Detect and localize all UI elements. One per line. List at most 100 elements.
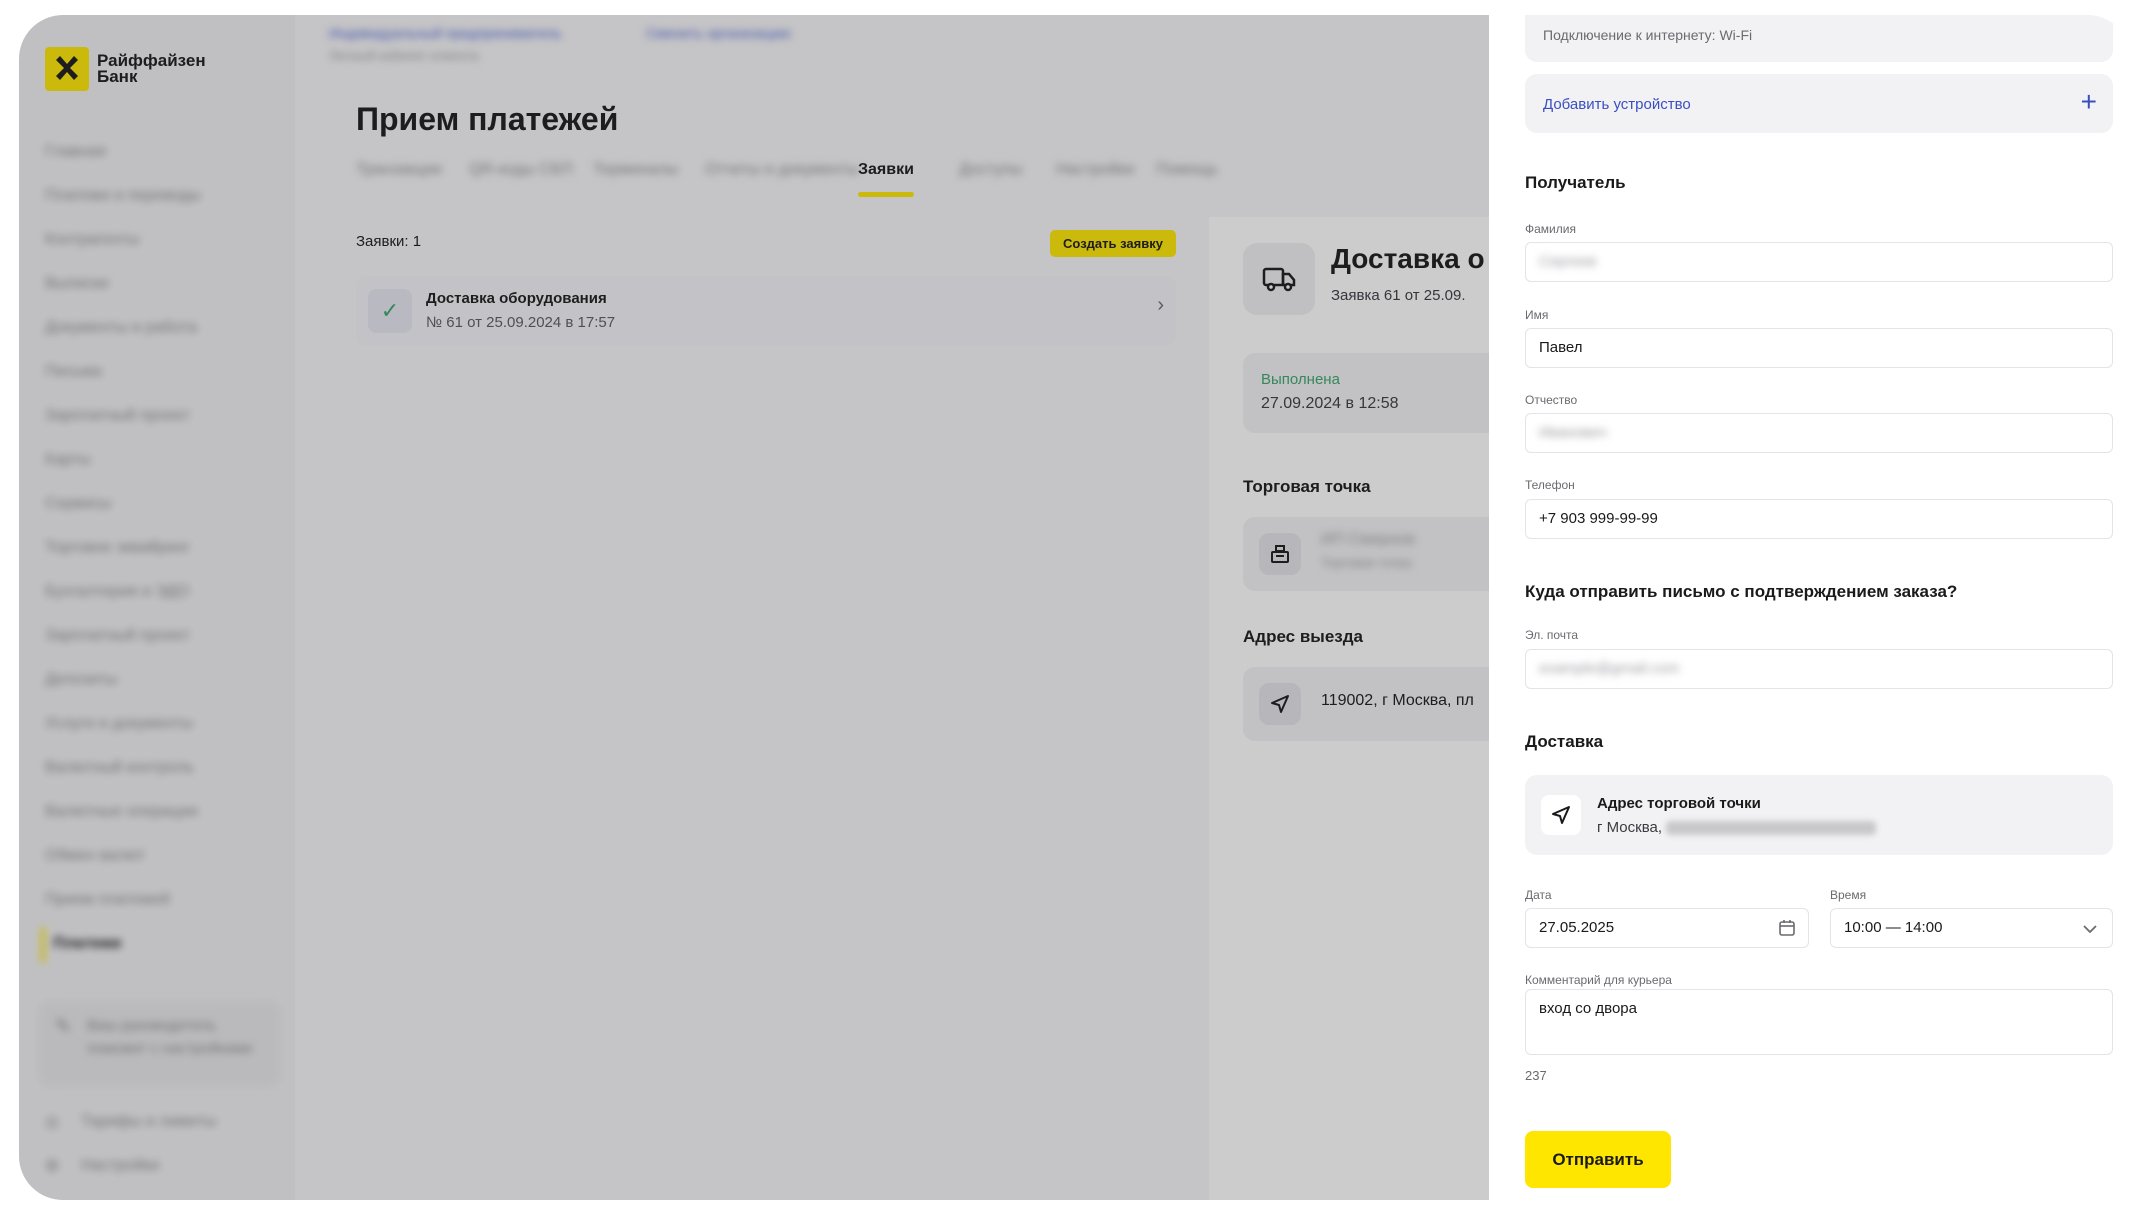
email-value: example@gmail.com xyxy=(1539,660,1680,677)
tab[interactable]: Отчеты и документы xyxy=(705,161,859,179)
name-field[interactable]: Павел xyxy=(1525,328,2113,368)
name-value: Павел xyxy=(1539,339,1583,356)
sidebar-footer-item[interactable]: Тарифы и лимиты xyxy=(81,1113,216,1133)
company-subtitle: Личный кабинет клиента xyxy=(329,48,479,63)
shop-name: ИП Смирнов xyxy=(1321,531,1416,548)
phone-value: +7 903 999-99-99 xyxy=(1539,510,1658,527)
chevron-down-icon xyxy=(2082,921,2098,942)
tools-icon: ✎ xyxy=(55,1016,72,1038)
tab[interactable]: Доступы xyxy=(959,161,1023,179)
create-request-button[interactable]: Создать заявку xyxy=(1050,230,1176,257)
tab[interactable]: QR-коды СБП xyxy=(469,161,573,179)
comment-textarea[interactable]: вход со двора xyxy=(1525,989,2113,1055)
calendar-icon[interactable] xyxy=(1778,919,1796,942)
details-subtitle: Заявка 61 от 25.09. xyxy=(1331,287,1466,304)
gear-icon: ⚙ xyxy=(45,1158,60,1175)
sidebar-item[interactable]: Сервисы xyxy=(45,495,111,515)
cash-register-icon xyxy=(1259,533,1301,575)
sidebar-item[interactable]: Контрагенты xyxy=(45,231,139,251)
switch-company-link[interactable]: Сменить организацию xyxy=(646,25,791,41)
promo-text: Ваш руководитель поможет с настройками xyxy=(87,1017,253,1057)
patronymic-value: Иванович xyxy=(1539,424,1607,441)
sidebar-item[interactable]: Бухгалтерия и ЭДО xyxy=(45,583,190,603)
comment-value: вход со двора xyxy=(1539,1000,1637,1017)
phone-field[interactable]: +7 903 999-99-99 xyxy=(1525,499,2113,539)
order-card[interactable]: ✓ Доставка оборудования № 61 от 25.09.20… xyxy=(356,276,1176,346)
details-title: Доставка о xyxy=(1331,243,1485,274)
sidebar-item[interactable]: Услуги и документы xyxy=(45,715,193,735)
sidebar-item[interactable]: Депозиты xyxy=(45,671,117,691)
shop-address-subtitle: г Москва, xyxy=(1597,819,1877,836)
check-icon: ✓ xyxy=(368,289,412,333)
navigation-arrow-icon xyxy=(1259,683,1301,725)
email-field[interactable]: example@gmail.com xyxy=(1525,649,2113,689)
add-device-button[interactable]: Добавить устройство + xyxy=(1525,74,2113,133)
sidebar-item[interactable]: Зарплатный проект xyxy=(45,627,190,647)
sidebar-item[interactable]: Выписки xyxy=(45,275,109,295)
status-date: 27.09.2024 в 12:58 xyxy=(1261,395,1399,412)
wifi-text: Подключение к интернету: Wi-Fi xyxy=(1543,27,1753,43)
char-counter: 237 xyxy=(1525,1068,1547,1083)
delivery-heading: Доставка xyxy=(1525,732,1604,751)
sidebar-item[interactable]: Платежи и переводы xyxy=(45,187,201,207)
address-heading: Адрес выезда xyxy=(1243,627,1363,646)
tab[interactable]: Настройки xyxy=(1056,161,1134,179)
surname-label: Фамилия xyxy=(1525,222,1576,236)
recipient-heading: Получатель xyxy=(1525,173,1626,192)
sidebar-item[interactable]: Письма xyxy=(45,363,102,383)
shop-address-title: Адрес торговой точки xyxy=(1597,795,1761,812)
date-field[interactable]: 27.05.2025 xyxy=(1525,908,1809,948)
patronymic-label: Отчество xyxy=(1525,393,1578,407)
requests-count: Заявки: 1 xyxy=(356,233,422,250)
tariff-icon: ◎ xyxy=(45,1114,59,1131)
address-text: 119002, г Москва, пл xyxy=(1321,692,1474,709)
sidebar-item[interactable]: Главная xyxy=(45,143,106,163)
time-value: 10:00 — 14:00 xyxy=(1844,919,1943,936)
sidebar-footer-item[interactable]: Настройки xyxy=(81,1157,159,1177)
add-device-label: Добавить устройство xyxy=(1543,96,1691,113)
company-selector[interactable]: Индивидуальный предприниматель xyxy=(329,25,562,41)
wifi-info-box: Подключение к интернету: Wi-Fi xyxy=(1525,15,2113,62)
sidebar-item[interactable]: Прием платежей xyxy=(45,891,170,911)
tab-requests[interactable]: Заявки xyxy=(858,161,914,197)
truck-icon xyxy=(1243,243,1315,315)
sidebar-item[interactable]: Зарплатный проект xyxy=(45,407,190,427)
surname-value: Сергеев xyxy=(1539,253,1597,270)
redacted-address xyxy=(1666,821,1877,836)
order-details-panel: Доставка о Заявка 61 от 25.09. Выполнена… xyxy=(1209,217,1543,1200)
delivery-request-drawer: Подключение к интернету: Wi-Fi Добавить … xyxy=(1489,15,2131,1200)
sidebar-item[interactable]: Карты xyxy=(45,451,91,471)
sidebar-item-active[interactable]: Платежи xyxy=(40,927,121,963)
surname-field[interactable]: Сергеев xyxy=(1525,242,2113,282)
status-text: Выполнена xyxy=(1261,371,1340,388)
sidebar-item[interactable]: Валютный контроль xyxy=(45,759,194,779)
submit-button[interactable]: Отправить xyxy=(1525,1131,1671,1188)
patronymic-field[interactable]: Иванович xyxy=(1525,413,2113,453)
date-label: Дата xyxy=(1525,888,1552,902)
sidebar: Райффайзен Банк Главная Платежи и перево… xyxy=(19,15,295,1200)
order-subtitle: № 61 от 25.09.2024 в 17:57 xyxy=(426,314,616,331)
email-heading: Куда отправить письмо с подтверждением з… xyxy=(1525,582,1958,601)
tab[interactable]: Терминалы xyxy=(593,161,678,179)
tab[interactable]: Транзакции xyxy=(356,161,442,179)
sidebar-item[interactable]: Обмен валют xyxy=(45,847,145,867)
shop-subtitle: Торговая точка xyxy=(1321,555,1412,570)
promo-card[interactable]: ✎ Ваш руководитель поможет с настройками xyxy=(37,1000,282,1088)
sidebar-item[interactable]: Валютные операции xyxy=(45,803,198,823)
shop-address-card[interactable]: Адрес торговой точки г Москва, xyxy=(1525,775,2113,855)
plus-icon: + xyxy=(2080,86,2097,117)
sidebar-item[interactable]: Документы и работа xyxy=(45,319,197,339)
comment-label: Комментарий для курьера xyxy=(1525,973,1672,987)
tab[interactable]: Помощь xyxy=(1156,161,1218,179)
shop-heading: Торговая точка xyxy=(1243,477,1371,496)
time-select[interactable]: 10:00 — 14:00 xyxy=(1830,908,2113,948)
phone-label: Телефон xyxy=(1525,478,1575,492)
raiffeisen-logo-icon xyxy=(45,47,89,91)
page-title: Прием платежей xyxy=(356,101,619,137)
app-window: Райффайзен Банк Главная Платежи и перево… xyxy=(19,15,2131,1200)
email-label: Эл. почта xyxy=(1525,628,1579,642)
date-value: 27.05.2025 xyxy=(1539,919,1615,936)
brand-logo[interactable]: Райффайзен Банк xyxy=(45,47,217,91)
sidebar-item[interactable]: Торговое эквайринг xyxy=(45,539,190,559)
name-label: Имя xyxy=(1525,308,1549,322)
